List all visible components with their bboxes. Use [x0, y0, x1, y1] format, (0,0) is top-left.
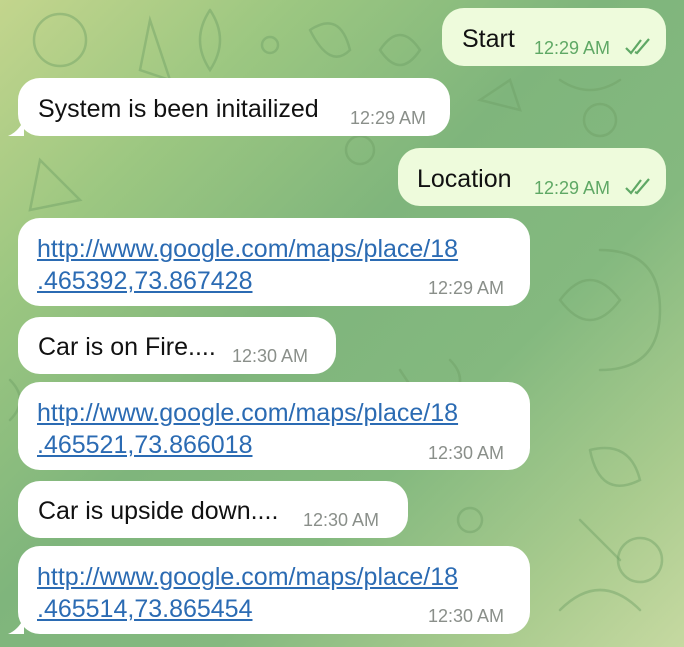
message-timestamp: 12:30 AM: [428, 606, 505, 626]
message-timestamp: 12:29 AM: [428, 278, 505, 298]
message-bubble-incoming[interactable]: Car is on Fire.... 12:30 AM: [18, 317, 336, 374]
message-text: Car is upside down....: [38, 497, 279, 525]
message-timestamp: 12:29 AM: [350, 108, 427, 128]
message-timestamp: 12:29 AM: [534, 38, 611, 58]
message-bubble-incoming-link[interactable]: http://www.google.com/maps/place/18 .465…: [18, 382, 530, 470]
double-check-icon: [625, 38, 650, 55]
message-text: Location: [417, 165, 512, 193]
message-timestamp: 12:30 AM: [232, 346, 309, 366]
message-bubble-incoming[interactable]: Car is upside down.... 12:30 AM: [18, 481, 408, 538]
bubble-tail: [8, 618, 24, 634]
message-bubble-incoming-link[interactable]: http://www.google.com/maps/place/18 .465…: [18, 546, 530, 634]
double-check-icon: [625, 178, 650, 195]
maps-link-continuation[interactable]: .465392,73.867428: [37, 265, 458, 297]
maps-link[interactable]: http://www.google.com/maps/place/18: [37, 233, 458, 265]
message-text: Car is on Fire....: [38, 333, 216, 361]
message-timestamp: 12:30 AM: [303, 510, 380, 530]
message-text: Start: [462, 25, 515, 53]
message-text: System is been initailized: [38, 95, 319, 123]
maps-link[interactable]: http://www.google.com/maps/place/18: [37, 397, 458, 429]
maps-link[interactable]: http://www.google.com/maps/place/18: [37, 561, 458, 593]
message-bubble-outgoing[interactable]: Location 12:29 AM: [398, 148, 666, 206]
message-timestamp: 12:30 AM: [428, 443, 505, 463]
message-bubble-incoming[interactable]: System is been initailized 12:29 AM: [18, 78, 450, 136]
maps-link-continuation[interactable]: .465514,73.865454: [37, 593, 458, 625]
bubble-tail: [8, 120, 24, 136]
message-bubble-incoming-link[interactable]: http://www.google.com/maps/place/18 .465…: [18, 218, 530, 306]
message-timestamp: 12:29 AM: [534, 178, 611, 198]
message-bubble-outgoing[interactable]: Start 12:29 AM: [442, 8, 666, 66]
maps-link-continuation[interactable]: .465521,73.866018: [37, 429, 458, 461]
